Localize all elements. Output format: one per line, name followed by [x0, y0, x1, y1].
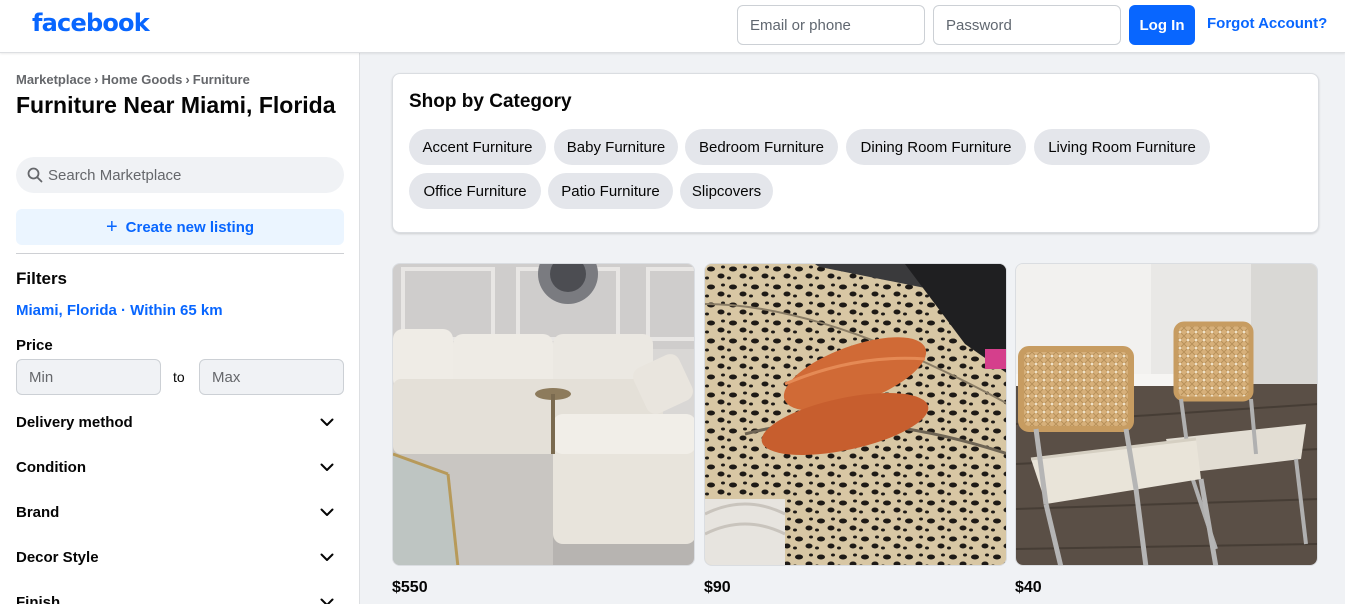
sofa-image	[393, 264, 694, 565]
email-input[interactable]	[737, 5, 925, 45]
location-filter-link[interactable]: Miami, Florida · Within 65 km	[16, 302, 223, 319]
leopard-sofa-image	[705, 264, 1006, 565]
listing-price: $550	[392, 579, 428, 596]
listing-price: $40	[1015, 579, 1042, 596]
facebook-logo[interactable]: facebook	[32, 9, 150, 37]
chevron-down-icon	[320, 463, 334, 471]
create-listing-button[interactable]: + Create new listing	[16, 209, 344, 245]
filter-condition[interactable]: Condition	[16, 452, 344, 482]
filter-label: Condition	[16, 458, 86, 476]
price-label: Price	[16, 337, 53, 354]
listing-photo-leopard-sofa[interactable]	[704, 263, 1007, 566]
listing-card[interactable]: $90	[704, 263, 1007, 596]
listing-card[interactable]: $550	[392, 263, 695, 596]
page-title: Furniture Near Miami, Florida	[16, 92, 336, 118]
breadcrumb-furniture[interactable]: Furniture	[193, 72, 250, 87]
chevron-down-icon	[320, 598, 334, 604]
category-chip[interactable]: Dining Room Furniture	[846, 129, 1026, 165]
top-bar: facebook Log In Forgot Account?	[0, 0, 1345, 53]
filter-finish[interactable]: Finish	[16, 587, 344, 604]
password-input[interactable]	[933, 5, 1121, 45]
filter-decor-style[interactable]: Decor Style	[16, 542, 344, 572]
listing-photo-cane-chairs[interactable]	[1015, 263, 1318, 566]
filter-label: Delivery method	[16, 413, 133, 431]
chevron-down-icon	[320, 508, 334, 516]
filters-heading: Filters	[16, 269, 68, 288]
category-chip[interactable]: Accent Furniture	[409, 129, 546, 165]
search-input[interactable]	[48, 157, 338, 193]
listing-photo-white-sectional-sofa[interactable]	[392, 263, 695, 566]
create-listing-label: Create new listing	[125, 218, 255, 236]
filter-label: Brand	[16, 503, 60, 521]
login-button[interactable]: Log In	[1129, 5, 1195, 45]
plus-icon: +	[105, 216, 118, 238]
search-box[interactable]	[16, 157, 344, 193]
listing-card[interactable]: $40	[1015, 263, 1318, 596]
breadcrumb: Marketplace › Home Goods › Furniture	[16, 72, 250, 87]
price-to-label: to	[173, 369, 185, 385]
chevron-down-icon	[320, 418, 334, 426]
category-chip[interactable]: Baby Furniture	[554, 129, 678, 165]
category-heading: Shop by Category	[409, 91, 572, 112]
filter-delivery-method[interactable]: Delivery method	[16, 407, 344, 437]
shop-by-category-card: Shop by Category Accent Furniture Baby F…	[392, 73, 1319, 233]
divider	[16, 253, 344, 254]
breadcrumb-marketplace[interactable]: Marketplace	[16, 72, 91, 87]
listing-price: $90	[704, 579, 731, 596]
price-min-input[interactable]	[16, 359, 161, 395]
cane-chairs-image	[1016, 264, 1317, 565]
breadcrumb-home-goods[interactable]: Home Goods	[102, 72, 183, 87]
category-chip[interactable]: Office Furniture	[409, 173, 541, 209]
category-chip[interactable]: Bedroom Furniture	[685, 129, 838, 165]
breadcrumb-separator: ›	[94, 72, 99, 87]
category-chip[interactable]: Living Room Furniture	[1034, 129, 1210, 165]
sidebar: Marketplace › Home Goods › Furniture Furnitu…	[0, 53, 360, 604]
filter-label: Finish	[16, 593, 61, 604]
breadcrumb-separator: ›	[185, 72, 190, 87]
forgot-account-link[interactable]: Forgot Account?	[1207, 15, 1327, 32]
category-chip[interactable]: Patio Furniture	[548, 173, 673, 209]
search-icon	[27, 167, 43, 183]
filter-label: Decor Style	[16, 548, 99, 566]
chevron-down-icon	[320, 553, 334, 561]
price-max-input[interactable]	[199, 359, 344, 395]
filter-brand[interactable]: Brand	[16, 497, 344, 527]
category-chip[interactable]: Slipcovers	[680, 173, 773, 209]
